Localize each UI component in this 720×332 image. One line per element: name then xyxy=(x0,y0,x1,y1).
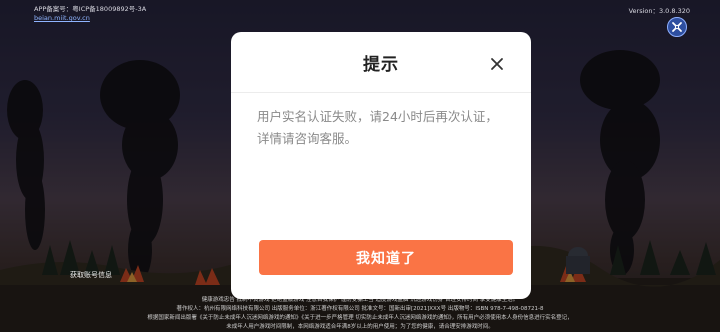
settings-button[interactable] xyxy=(667,17,687,37)
close-button[interactable] xyxy=(489,56,505,72)
footer-line: 著作权人：杭州有限网络科技有限公司 出版服务单位：浙江著作权有限公司 批准文号：… xyxy=(176,306,544,312)
alert-dialog: 提示 用户实名认证失败，请24小时后再次认证，详情请咨询客服。 我知道了 xyxy=(231,32,531,299)
footer-line: 未成年人用户游戏时间限制，本网络游戏适合年满8岁以上的用户使用；为了您的健康，请… xyxy=(226,324,494,330)
acknowledge-button[interactable]: 我知道了 xyxy=(259,240,513,275)
icp-record-text: APP备案号：粤ICP备18009892号-3A xyxy=(34,5,147,13)
icp-record-link[interactable]: beian.miit.gov.cn xyxy=(34,14,146,23)
account-info-label: 获取账号信息 xyxy=(70,271,112,279)
version-label: Version：3.0.8.320 xyxy=(628,7,690,15)
dialog-title: 提示 xyxy=(363,55,399,75)
record-info: APP备案号：粤ICP备18009892号-3A beian.miit.gov.… xyxy=(34,5,146,23)
health-notice-footer: 健康游戏忠告 抵制不良游戏 拒绝盗版游戏 注意自我保护 谨防受骗上当 适度游戏益… xyxy=(0,296,720,332)
close-icon xyxy=(491,58,503,70)
dialog-divider xyxy=(231,92,531,93)
footer-line: 根据国家新闻出版署《关于防止未成年人沉迷网络游戏的通知》《关于进一步严格管理 切… xyxy=(147,315,573,321)
dialog-message: 用户实名认证失败，请24小时后再次认证，详情请咨询客服。 xyxy=(257,109,498,146)
settings-icon xyxy=(672,22,682,32)
